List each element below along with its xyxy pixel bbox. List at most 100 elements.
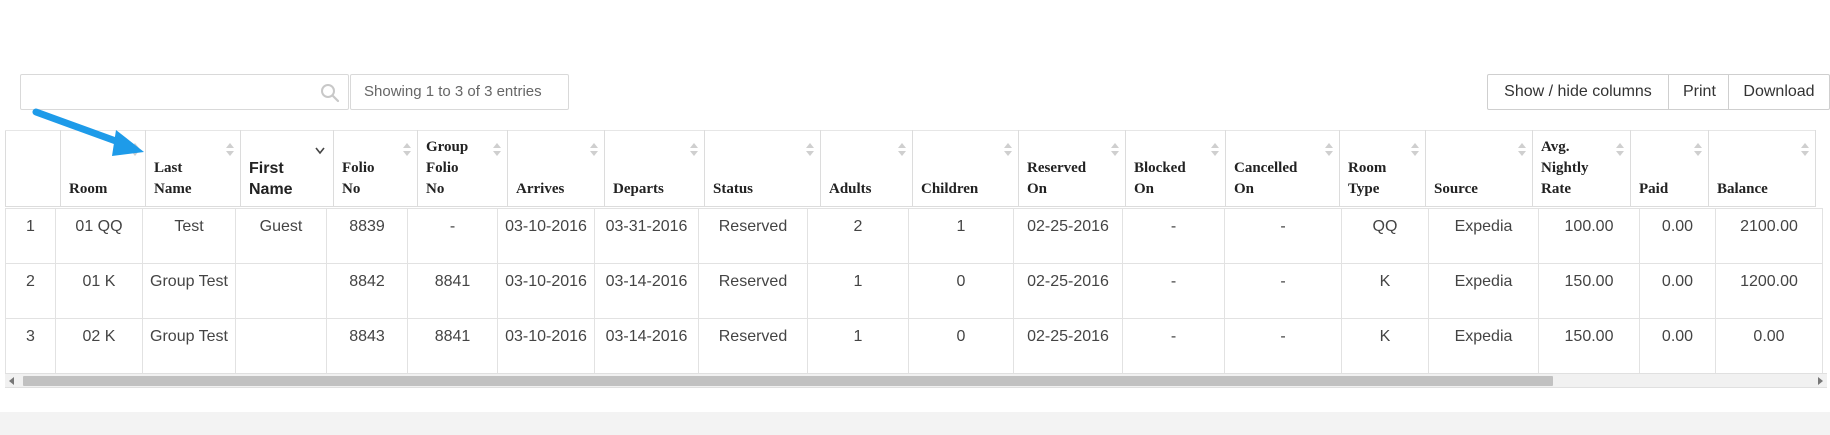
header-label: Room [69, 181, 108, 197]
sort-icon[interactable] [493, 143, 501, 157]
cell-folio[interactable]: 8843 [326, 318, 408, 375]
header-label: Folio No [342, 160, 375, 197]
header-label: Children [921, 181, 979, 197]
cell-adults: 1 [807, 263, 909, 319]
cell-departs: 03-14-2016 [594, 318, 699, 375]
sort-icon[interactable] [1111, 143, 1119, 157]
cell-first-name [235, 318, 327, 375]
table-row[interactable]: 2 01 K Group Test 8842 8841 03-10-2016 03-14-2… [5, 263, 1823, 319]
cell-adults: 1 [807, 318, 909, 375]
header-source[interactable]: Source [1425, 130, 1533, 207]
header-label: Paid [1639, 181, 1669, 197]
header-arrives[interactable]: Arrives [507, 130, 605, 207]
cell-last-name: Test [142, 208, 236, 264]
cell-source: Expedia [1428, 318, 1539, 375]
cell-children: 1 [908, 208, 1014, 264]
header-group-folio-no[interactable]: Group Folio No [417, 130, 508, 207]
sort-icon[interactable] [226, 143, 234, 157]
cell-balance: 0.00 [1715, 318, 1823, 375]
cell-departs: 03-14-2016 [594, 263, 699, 319]
print-button[interactable]: Print [1668, 74, 1729, 110]
header-blocked-on[interactable]: Blocked On [1125, 130, 1226, 207]
sort-icon[interactable] [403, 143, 411, 157]
cell-room-type: K [1341, 318, 1429, 375]
cell-cancelled-on: - [1224, 208, 1342, 264]
cell-group-folio[interactable]: 8841 [407, 263, 498, 319]
header-label: Arrives [516, 181, 565, 197]
sort-icon[interactable] [806, 143, 814, 157]
cell-folio[interactable]: 8842 [326, 263, 408, 319]
cell-paid: 0.00 [1639, 263, 1716, 319]
cell-rate: 100.00 [1538, 208, 1640, 264]
sort-icon[interactable] [1004, 143, 1012, 157]
cell-room: 01 K [55, 263, 143, 319]
table-row[interactable]: 3 02 K Group Test 8843 8841 03-10-2016 03-14-2… [5, 318, 1823, 375]
search-icon[interactable] [320, 83, 340, 103]
sort-icon[interactable] [590, 143, 598, 157]
table-body: 1 01 QQ Test Guest 8839-03-10-2016 03-31-2016… [5, 208, 1823, 375]
scroll-right-icon[interactable] [1818, 377, 1823, 385]
footer-band [0, 412, 1830, 435]
scroll-left-icon[interactable] [9, 377, 14, 385]
sort-icon[interactable] [1518, 143, 1526, 157]
cell-cancelled-on: - [1224, 318, 1342, 375]
sort-icon[interactable] [1411, 143, 1419, 157]
header-label: First Name [249, 160, 293, 198]
header-label: Adults [829, 181, 872, 197]
header-cancelled-on[interactable]: Cancelled On [1225, 130, 1340, 207]
cell-num: 2 [5, 263, 56, 319]
cell-rate: 150.00 [1538, 318, 1640, 375]
cell-last-name: Group Test [142, 263, 236, 319]
sort-icon[interactable] [898, 143, 906, 157]
cell-reserved-on: 02-25-2016 [1013, 318, 1123, 375]
cell-room: 02 K [55, 318, 143, 375]
sort-icon[interactable] [1694, 143, 1702, 157]
cell-blocked-on: - [1122, 208, 1225, 264]
sort-icon[interactable] [1325, 143, 1333, 157]
download-button[interactable]: Download [1728, 74, 1830, 110]
table-row[interactable]: 1 01 QQ Test Guest 8839-03-10-2016 03-31-2016… [5, 208, 1823, 264]
header-label: Cancelled On [1234, 160, 1298, 197]
cell-departs: 03-31-2016 [594, 208, 699, 264]
cell-cancelled-on: - [1224, 263, 1342, 319]
table-header: Room Last Name First Name Folio No Group Folio No… [5, 130, 1816, 207]
header-children[interactable]: Children [912, 130, 1019, 207]
cell-rate: 150.00 [1538, 263, 1640, 319]
header-folio-no[interactable]: Folio No [333, 130, 418, 207]
horizontal-scrollbar[interactable] [5, 373, 1827, 388]
cell-blocked-on: - [1122, 318, 1225, 375]
cell-arrives: 03-10-2016 [497, 318, 595, 375]
sort-icon[interactable] [1801, 143, 1809, 157]
sort-icon[interactable] [1211, 143, 1219, 157]
cell-reserved-on: 02-25-2016 [1013, 263, 1123, 319]
sort-icon[interactable] [690, 143, 698, 157]
show-hide-columns-button[interactable]: Show / hide columns [1487, 74, 1669, 110]
cell-num: 3 [5, 318, 56, 375]
header-label: Blocked On [1134, 160, 1186, 197]
cell-source: Expedia [1428, 263, 1539, 319]
cell-paid: 0.00 [1639, 208, 1716, 264]
header-room-type[interactable]: Room Type [1339, 130, 1426, 207]
table-toolbar: Show / hide columns Print Download [1487, 74, 1830, 110]
header-avg-nightly-rate[interactable]: Avg. Nightly Rate [1532, 130, 1631, 207]
cell-group-folio: - [407, 208, 498, 264]
cell-room: 01 QQ [55, 208, 143, 264]
cell-status: Reserved [698, 318, 808, 375]
header-paid[interactable]: Paid [1630, 130, 1709, 207]
sort-icon[interactable] [1616, 143, 1624, 157]
header-adults[interactable]: Adults [820, 130, 913, 207]
chevron-down-icon[interactable] [315, 147, 325, 155]
header-last-name[interactable]: Last Name [145, 130, 241, 207]
cell-reserved-on: 02-25-2016 [1013, 208, 1123, 264]
header-departs[interactable]: Departs [604, 130, 705, 207]
cell-folio[interactable]: 8839 [326, 208, 408, 264]
header-balance[interactable]: Balance [1708, 130, 1816, 207]
scrollbar-thumb[interactable] [23, 376, 1553, 386]
header-reserved-on[interactable]: Reserved On [1018, 130, 1126, 207]
cell-room-type: QQ [1341, 208, 1429, 264]
header-label: Source [1434, 181, 1478, 197]
cell-status: Reserved [698, 263, 808, 319]
cell-group-folio[interactable]: 8841 [407, 318, 498, 375]
header-first-name[interactable]: First Name [240, 130, 334, 207]
header-status[interactable]: Status [704, 130, 821, 207]
